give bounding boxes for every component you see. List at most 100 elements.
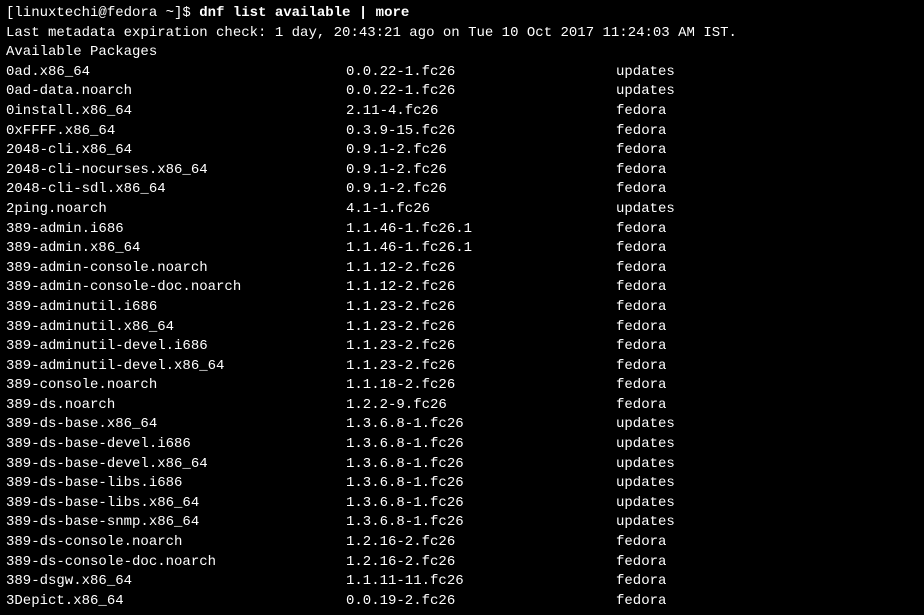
package-version: 0.0.19-2.fc26 — [346, 592, 616, 612]
package-repo: updates — [616, 82, 675, 102]
prompt-line: [linuxtechi@fedora ~]$ dnf list availabl… — [6, 4, 918, 24]
package-name: 389-admin.x86_64 — [6, 239, 346, 259]
package-name: 389-ds-console.noarch — [6, 533, 346, 553]
package-repo: fedora — [616, 553, 666, 573]
package-version: 1.1.23-2.fc26 — [346, 337, 616, 357]
package-name: 389-admin.i686 — [6, 220, 346, 240]
package-repo: fedora — [616, 533, 666, 553]
shell-prompt: [linuxtechi@fedora ~]$ — [6, 5, 199, 21]
package-row: 389-console.noarch1.1.18-2.fc26fedora — [6, 376, 918, 396]
package-name: 389-adminutil.i686 — [6, 298, 346, 318]
package-repo: updates — [616, 63, 675, 83]
package-repo: fedora — [616, 102, 666, 122]
package-repo: fedora — [616, 220, 666, 240]
metadata-info-line: Last metadata expiration check: 1 day, 2… — [6, 24, 918, 44]
package-version: 2.11-4.fc26 — [346, 102, 616, 122]
package-repo: fedora — [616, 298, 666, 318]
package-name: 3Depict.x86_64 — [6, 592, 346, 612]
package-version: 1.3.6.8-1.fc26 — [346, 415, 616, 435]
package-repo: fedora — [616, 396, 666, 416]
package-repo: updates — [616, 455, 675, 475]
package-repo: fedora — [616, 572, 666, 592]
package-repo: fedora — [616, 259, 666, 279]
package-version: 1.1.12-2.fc26 — [346, 278, 616, 298]
package-row: 0xFFFF.x86_640.3.9-15.fc26fedora — [6, 122, 918, 142]
package-name: 2048-cli.x86_64 — [6, 141, 346, 161]
package-version: 0.9.1-2.fc26 — [346, 141, 616, 161]
package-repo: fedora — [616, 161, 666, 181]
package-name: 389-dsgw.x86_64 — [6, 572, 346, 592]
package-repo: fedora — [616, 141, 666, 161]
package-version: 1.1.23-2.fc26 — [346, 357, 616, 377]
package-version: 1.2.16-2.fc26 — [346, 553, 616, 573]
package-repo: updates — [616, 200, 675, 220]
package-row: 2048-cli.x86_640.9.1-2.fc26fedora — [6, 141, 918, 161]
package-name: 389-ds-base.x86_64 — [6, 415, 346, 435]
package-repo: fedora — [616, 239, 666, 259]
package-version: 1.2.2-9.fc26 — [346, 396, 616, 416]
package-row: 2048-cli-sdl.x86_640.9.1-2.fc26fedora — [6, 180, 918, 200]
package-row: 0ad-data.noarch0.0.22-1.fc26updates — [6, 82, 918, 102]
package-name: 389-adminutil-devel.x86_64 — [6, 357, 346, 377]
package-row: 389-admin.i6861.1.46-1.fc26.1fedora — [6, 220, 918, 240]
package-version: 0.9.1-2.fc26 — [346, 180, 616, 200]
package-name: 389-ds-base-devel.x86_64 — [6, 455, 346, 475]
package-name: 2048-cli-sdl.x86_64 — [6, 180, 346, 200]
package-row: 389-adminutil.x86_641.1.23-2.fc26fedora — [6, 318, 918, 338]
package-row: 3Depict.x86_640.0.19-2.fc26fedora — [6, 592, 918, 612]
package-row: 389-adminutil-devel.x86_641.1.23-2.fc26f… — [6, 357, 918, 377]
package-version: 1.1.18-2.fc26 — [346, 376, 616, 396]
package-row: 389-ds-console.noarch1.2.16-2.fc26fedora — [6, 533, 918, 553]
package-name: 389-adminutil-devel.i686 — [6, 337, 346, 357]
package-version: 0.3.9-15.fc26 — [346, 122, 616, 142]
package-row: 2048-cli-nocurses.x86_640.9.1-2.fc26fedo… — [6, 161, 918, 181]
package-name: 389-ds-console-doc.noarch — [6, 553, 346, 573]
package-version: 1.1.12-2.fc26 — [346, 259, 616, 279]
package-row: 389-ds-base-snmp.x86_641.3.6.8-1.fc26upd… — [6, 513, 918, 533]
package-repo: fedora — [616, 357, 666, 377]
package-repo: fedora — [616, 180, 666, 200]
package-repo: updates — [616, 513, 675, 533]
package-version: 1.1.23-2.fc26 — [346, 318, 616, 338]
package-repo: updates — [616, 415, 675, 435]
package-name: 389-admin-console-doc.noarch — [6, 278, 346, 298]
package-row: 389-ds.noarch1.2.2-9.fc26fedora — [6, 396, 918, 416]
package-row: 389-admin-console.noarch1.1.12-2.fc26fed… — [6, 259, 918, 279]
package-version: 1.3.6.8-1.fc26 — [346, 513, 616, 533]
package-version: 1.3.6.8-1.fc26 — [346, 494, 616, 514]
package-repo: fedora — [616, 592, 666, 612]
package-repo: updates — [616, 474, 675, 494]
shell-command: dnf list available | more — [199, 5, 409, 21]
package-row: 389-ds-console-doc.noarch1.2.16-2.fc26fe… — [6, 553, 918, 573]
package-name: 389-ds-base-snmp.x86_64 — [6, 513, 346, 533]
package-row: 389-ds-base-libs.i6861.3.6.8-1.fc26updat… — [6, 474, 918, 494]
package-version: 1.1.46-1.fc26.1 — [346, 239, 616, 259]
package-name: 389-ds-base-libs.x86_64 — [6, 494, 346, 514]
package-row: 389-adminutil.i6861.1.23-2.fc26fedora — [6, 298, 918, 318]
package-version: 1.3.6.8-1.fc26 — [346, 435, 616, 455]
package-row: 2ping.noarch4.1-1.fc26updates — [6, 200, 918, 220]
package-name: 0install.x86_64 — [6, 102, 346, 122]
package-version: 0.9.1-2.fc26 — [346, 161, 616, 181]
packages-header: Available Packages — [6, 43, 918, 63]
package-row: 389-ds-base.x86_641.3.6.8-1.fc26updates — [6, 415, 918, 435]
package-name: 2048-cli-nocurses.x86_64 — [6, 161, 346, 181]
package-row: 0ad.x86_640.0.22-1.fc26updates — [6, 63, 918, 83]
package-version: 1.3.6.8-1.fc26 — [346, 474, 616, 494]
package-name: 389-adminutil.x86_64 — [6, 318, 346, 338]
package-name: 389-ds-base-devel.i686 — [6, 435, 346, 455]
package-list: 0ad.x86_640.0.22-1.fc26updates0ad-data.n… — [6, 63, 918, 612]
package-name: 389-ds-base-libs.i686 — [6, 474, 346, 494]
package-name: 0ad-data.noarch — [6, 82, 346, 102]
package-version: 1.1.23-2.fc26 — [346, 298, 616, 318]
package-name: 389-ds.noarch — [6, 396, 346, 416]
package-version: 4.1-1.fc26 — [346, 200, 616, 220]
package-version: 1.1.11-11.fc26 — [346, 572, 616, 592]
package-version: 0.0.22-1.fc26 — [346, 63, 616, 83]
package-version: 0.0.22-1.fc26 — [346, 82, 616, 102]
package-repo: fedora — [616, 376, 666, 396]
package-name: 2ping.noarch — [6, 200, 346, 220]
package-version: 1.3.6.8-1.fc26 — [346, 455, 616, 475]
package-repo: fedora — [616, 318, 666, 338]
package-row: 389-ds-base-devel.i6861.3.6.8-1.fc26upda… — [6, 435, 918, 455]
